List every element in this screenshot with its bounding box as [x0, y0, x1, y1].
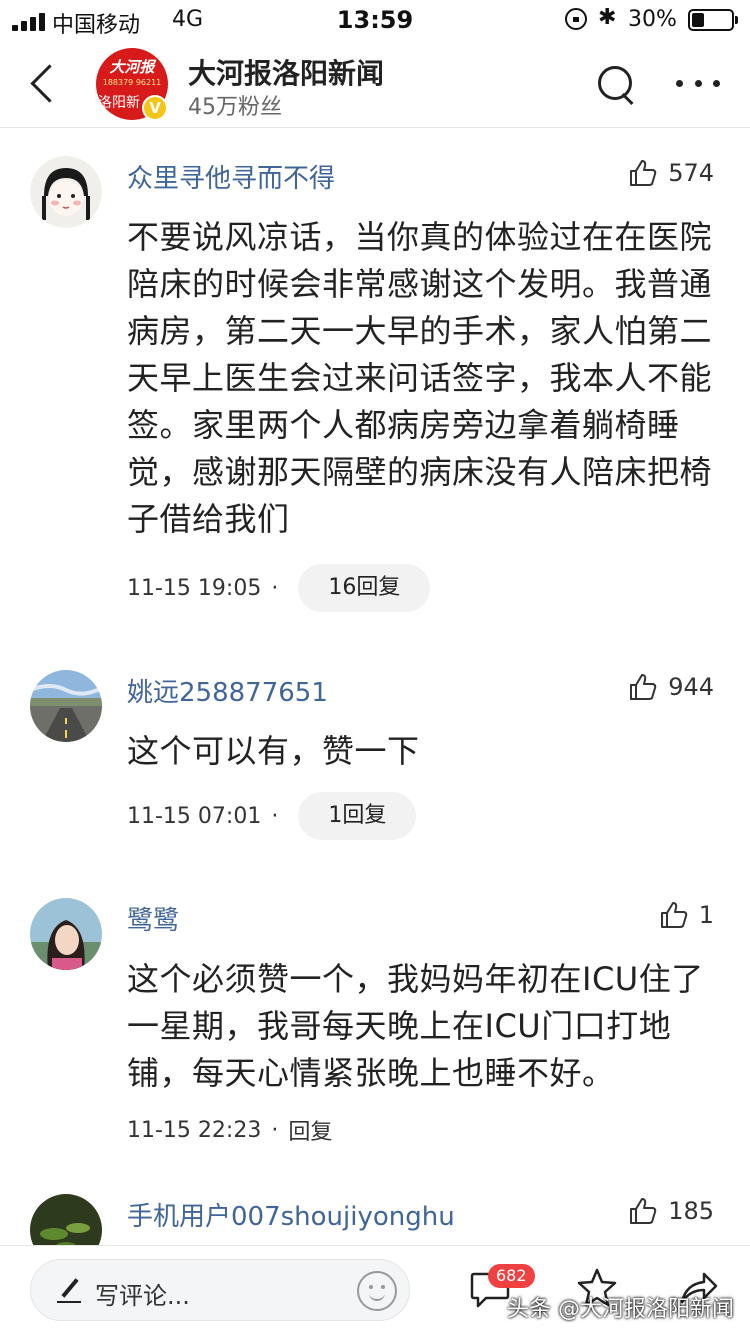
- meta-separator: ·: [271, 803, 279, 829]
- reply-button[interactable]: 1回复: [298, 792, 417, 840]
- meta-separator: ·: [271, 1117, 279, 1143]
- battery-icon: [688, 9, 738, 31]
- reply-button[interactable]: 16回复: [298, 564, 431, 612]
- like-count: 574: [668, 159, 714, 187]
- emoji-icon[interactable]: [357, 1271, 397, 1311]
- comment-text: 这个必须赞一个，我妈妈年初在ICU住了一星期，我哥每天晚上在ICU门口打地铺，每…: [127, 960, 704, 1092]
- comment-username[interactable]: 鹭鹭: [127, 900, 179, 937]
- like-count: 944: [668, 673, 714, 701]
- user-avatar[interactable]: [30, 670, 102, 742]
- thumbs-up-icon: [630, 1198, 657, 1224]
- meta-separator: ·: [271, 575, 279, 601]
- avatar-logo-text: 大河报: [109, 58, 155, 76]
- like-button[interactable]: 574: [628, 158, 714, 188]
- thumbs-up-icon: [660, 902, 687, 928]
- thumbs-up-icon: [630, 160, 657, 186]
- comment-time: 11-15 19:05: [127, 575, 262, 601]
- comment-username[interactable]: 众里寻他寻而不得: [127, 158, 335, 195]
- user-avatar[interactable]: [30, 156, 102, 228]
- comment-meta: 11-15 22:23 · 回复: [127, 1114, 332, 1146]
- comment-time: 11-15 22:23: [127, 1117, 262, 1143]
- bottom-bar: 写评论... 682 头条 @大河报洛阳新闻: [0, 1245, 750, 1334]
- comment-time: 11-15 07:01: [127, 803, 262, 829]
- fans-count: 45万粉丝: [188, 95, 282, 120]
- battery-percent: 30%: [628, 7, 677, 32]
- like-count: 185: [668, 1197, 714, 1225]
- comment-text: 不要说风凉话，当你真的体验过在在医院陪床的时候会非常感谢这个发明。我普通病房，第…: [127, 218, 713, 538]
- comment-text: 这个可以有，赞一下: [127, 732, 420, 770]
- comment-meta: 11-15 19:05 · 16回复: [127, 564, 431, 612]
- like-button[interactable]: 1: [659, 900, 714, 930]
- user-avatar[interactable]: [30, 898, 102, 970]
- comment-username[interactable]: 姚远258877651: [127, 672, 328, 709]
- comment-input[interactable]: 写评论...: [30, 1259, 410, 1321]
- like-count: 1: [698, 901, 714, 929]
- comment-meta: 11-15 07:01 · 1回复: [127, 792, 417, 840]
- more-icon[interactable]: [676, 80, 720, 90]
- back-arrow-icon[interactable]: [26, 62, 66, 106]
- reply-button[interactable]: 回复: [288, 1114, 332, 1146]
- comment-input-placeholder: 写评论...: [95, 1282, 190, 1310]
- watermark: 头条 @大河报洛阳新闻: [507, 1297, 734, 1322]
- verified-badge: V: [142, 95, 168, 121]
- pencil-icon: [57, 1277, 83, 1303]
- rotation-lock-icon: [565, 8, 587, 30]
- avatar-phone-text: 188379 96211: [102, 78, 162, 87]
- header: 大河报 188379 96211 洛阳新 V 大河报洛阳新闻 45万粉丝: [0, 40, 750, 128]
- thumbs-up-icon: [630, 674, 657, 700]
- like-button[interactable]: 944: [628, 672, 714, 702]
- search-icon[interactable]: [596, 64, 638, 106]
- status-bar: 中国移动 4G 13:59 ✱ 30%: [0, 0, 750, 40]
- comment-username[interactable]: 手机用户007shoujiyonghu: [127, 1196, 455, 1233]
- avatar-city-text: 洛阳新: [98, 95, 140, 111]
- bluetooth-icon: ✱: [598, 5, 617, 30]
- like-button[interactable]: 185: [628, 1196, 714, 1226]
- channel-name[interactable]: 大河报洛阳新闻: [188, 52, 384, 92]
- comment-count-badge: 682: [488, 1264, 535, 1288]
